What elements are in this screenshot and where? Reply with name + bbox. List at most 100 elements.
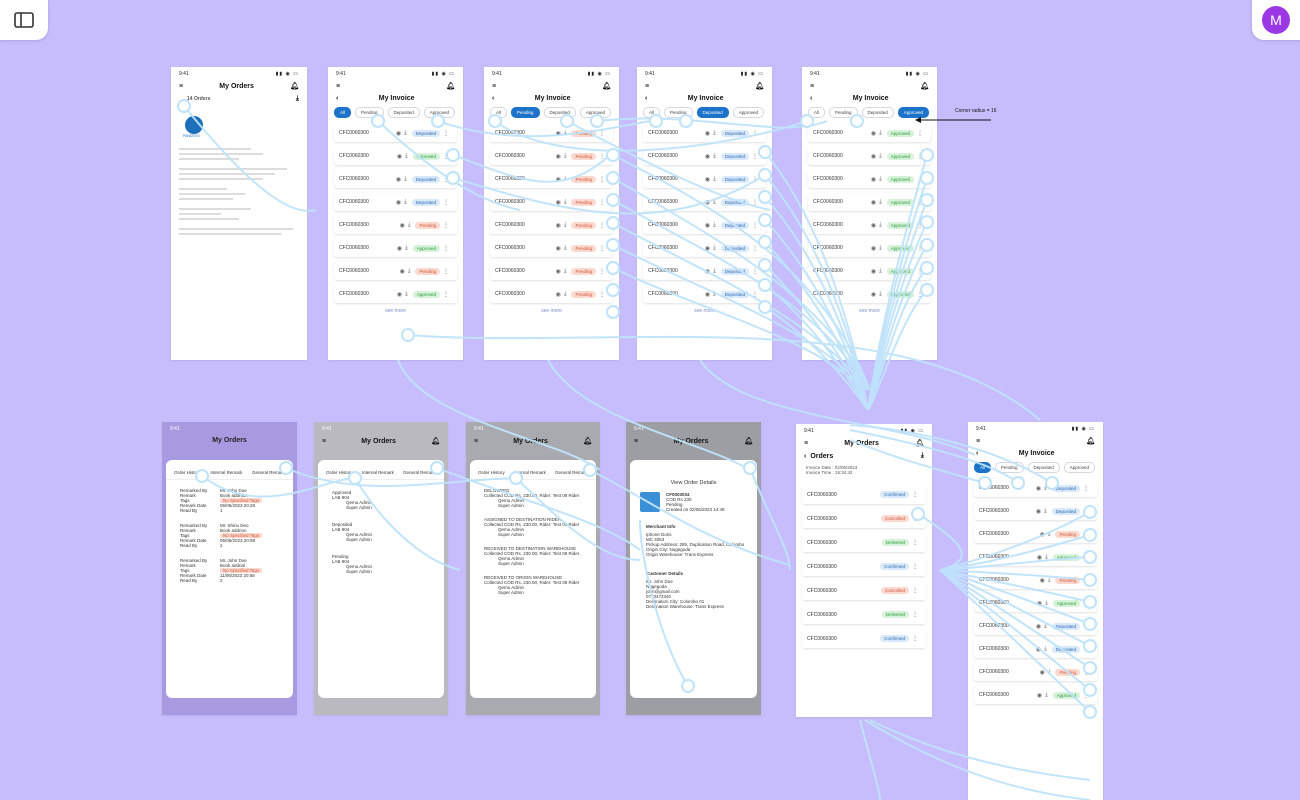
download-icon[interactable]: ⤓ bbox=[408, 222, 411, 229]
download-icon[interactable]: ⤓ bbox=[564, 176, 567, 183]
kebab-icon[interactable]: ⋮ bbox=[1083, 623, 1089, 630]
tab-internal-remark[interactable]: Internal Remark bbox=[362, 470, 394, 475]
download-icon[interactable]: ⤓ bbox=[564, 291, 567, 298]
download-icon[interactable]: ⤓ bbox=[1045, 554, 1048, 561]
table-row[interactable]: CFC0060300 ◉ ⤓ Deposited ⋮ bbox=[643, 216, 766, 234]
download-icon[interactable]: ⤓ bbox=[713, 199, 716, 206]
kebab-icon[interactable]: ⋮ bbox=[1083, 577, 1089, 584]
table-row[interactable]: CFC0060300 Delivered ⋮ bbox=[802, 533, 926, 552]
download-icon[interactable]: ⤓ bbox=[564, 130, 567, 137]
download-icon[interactable]: ⤓ bbox=[879, 291, 882, 298]
eye-icon[interactable]: ◉ bbox=[705, 130, 710, 137]
eye-icon[interactable]: ◉ bbox=[1040, 577, 1045, 584]
eye-icon[interactable]: ◉ bbox=[871, 130, 876, 137]
eye-icon[interactable]: ◉ bbox=[705, 176, 710, 183]
eye-icon[interactable]: ◉ bbox=[871, 245, 876, 252]
download-icon[interactable]: ⤓ bbox=[1048, 669, 1051, 676]
tab-order-history[interactable]: Order History bbox=[326, 470, 353, 475]
kebab-icon[interactable]: ⋮ bbox=[752, 245, 758, 252]
bell-icon[interactable]: 🔔︎ bbox=[583, 437, 592, 445]
download-icon[interactable]: ⤓ bbox=[405, 291, 408, 298]
kebab-icon[interactable]: ⋮ bbox=[752, 176, 758, 183]
table-row[interactable]: CFC0060300 ◉ ⤓ Approved ⋮ bbox=[974, 548, 1097, 566]
eye-icon[interactable]: ◉ bbox=[1036, 623, 1041, 630]
kebab-icon[interactable]: ⋮ bbox=[443, 199, 449, 206]
frame-orders-list[interactable]: 9:41 ▮▮ ◉ ▭ ≡ My Orders 🔔︎ ‹ Orders ⤓ Invoice… bbox=[796, 424, 932, 717]
table-row[interactable]: CFC0060300 ◉ ⤓ Approved ⋮ bbox=[808, 124, 931, 142]
tab-order-history[interactable]: Order History bbox=[174, 470, 201, 475]
table-row[interactable]: CFC0060300 ◉ ⤓ Deposited ⋮ bbox=[643, 285, 766, 303]
filter-deposited[interactable]: Deposited bbox=[696, 107, 729, 118]
download-icon[interactable]: ⤓ bbox=[404, 176, 407, 183]
download-icon[interactable]: ⤓ bbox=[921, 452, 924, 460]
bell-icon[interactable]: 🔔︎ bbox=[446, 82, 455, 90]
filter-all[interactable]: All bbox=[643, 107, 661, 118]
table-row[interactable]: CFC0060300 ◉ ⤓ Approved ⋮ bbox=[808, 239, 931, 257]
eye-icon[interactable]: ◉ bbox=[1036, 646, 1041, 653]
eye-icon[interactable]: ◉ bbox=[400, 222, 405, 229]
filter-pending[interactable]: Pending bbox=[664, 107, 693, 118]
eye-icon[interactable]: ◉ bbox=[1037, 554, 1042, 561]
kebab-icon[interactable]: ⋮ bbox=[752, 222, 758, 229]
table-row[interactable]: CFC0060300 Cancelled ⋮ bbox=[802, 509, 926, 528]
download-icon[interactable]: ⤓ bbox=[713, 245, 716, 252]
eye-icon[interactable]: ◉ bbox=[1036, 485, 1041, 492]
kebab-icon[interactable]: ⋮ bbox=[917, 222, 923, 229]
see-more-link[interactable]: see more bbox=[328, 308, 463, 314]
bell-icon[interactable]: 🔔︎ bbox=[915, 439, 924, 447]
download-icon[interactable]: ⤓ bbox=[564, 245, 567, 252]
frame-internal-remark[interactable]: 9:41 My Orders Order History Internal Rem… bbox=[162, 422, 297, 715]
download-icon[interactable]: ⤓ bbox=[713, 176, 716, 183]
table-row[interactable]: CFC0060300 ◉ ⤓ Pending ⋮ bbox=[490, 239, 613, 257]
kebab-icon[interactable]: ⋮ bbox=[917, 153, 923, 160]
filter-all[interactable]: All bbox=[808, 107, 826, 118]
eye-icon[interactable]: ◉ bbox=[396, 176, 401, 183]
kebab-icon[interactable]: ⋮ bbox=[917, 268, 923, 275]
kebab-icon[interactable]: ⋮ bbox=[443, 222, 449, 229]
eye-icon[interactable]: ◉ bbox=[871, 291, 876, 298]
download-icon[interactable]: ⤓ bbox=[713, 153, 716, 160]
frame-invoice-deposited[interactable]: 9:41 ▮▮ ◉ ▭ ≡ 🔔︎ ‹ My Invoice All Pending Deposi… bbox=[637, 67, 772, 360]
download-icon[interactable]: ⤓ bbox=[879, 222, 882, 229]
table-row[interactable]: CFC0060300 ◉ ⤓ Pending ⋮ bbox=[490, 193, 613, 211]
kebab-icon[interactable]: ⋮ bbox=[599, 291, 605, 298]
download-icon[interactable]: ⤓ bbox=[296, 95, 299, 103]
eye-icon[interactable]: ◉ bbox=[1037, 692, 1042, 699]
kebab-icon[interactable]: ⋮ bbox=[752, 291, 758, 298]
download-icon[interactable]: ⤓ bbox=[1044, 485, 1047, 492]
table-row[interactable]: CFC0060300 ◉ ⤓ Pending ⋮ bbox=[974, 571, 1097, 589]
kebab-icon[interactable]: ⋮ bbox=[443, 176, 449, 183]
filter-deposited[interactable]: Deposited bbox=[1027, 462, 1060, 473]
table-row[interactable]: CFC0060300 ◉ ⤓ Approved ⋮ bbox=[808, 170, 931, 188]
frame-order-timeline[interactable]: 9:41 ≡ My Orders 🔔︎ Order History Internal … bbox=[466, 422, 600, 715]
eye-icon[interactable]: ◉ bbox=[556, 199, 561, 206]
kebab-icon[interactable]: ⋮ bbox=[917, 245, 923, 252]
download-icon[interactable]: ⤓ bbox=[879, 245, 882, 252]
kebab-icon[interactable]: ⋮ bbox=[1083, 554, 1089, 561]
kebab-icon[interactable]: ⋮ bbox=[912, 539, 918, 546]
kebab-icon[interactable]: ⋮ bbox=[912, 515, 918, 522]
download-icon[interactable]: ⤓ bbox=[564, 153, 567, 160]
download-icon[interactable]: ⤓ bbox=[405, 245, 408, 252]
download-icon[interactable]: ⤓ bbox=[879, 176, 882, 183]
table-row[interactable]: CFC0060300 ◉ ⤓ Pending ⋮ bbox=[334, 216, 457, 234]
download-icon[interactable]: ⤓ bbox=[713, 268, 716, 275]
table-row[interactable]: CFC0060300 Cancelled ⋮ bbox=[802, 581, 926, 600]
table-row[interactable]: CFC0060300 ◉ ⤓ Deposited ⋮ bbox=[643, 239, 766, 257]
kebab-icon[interactable]: ⋮ bbox=[1083, 531, 1089, 538]
table-row[interactable]: CFC0060300 ◉ ⤓ Approved ⋮ bbox=[334, 285, 457, 303]
table-row[interactable]: CFC0060300 Confirmed ⋮ bbox=[802, 629, 926, 648]
kebab-icon[interactable]: ⋮ bbox=[1083, 646, 1089, 653]
table-row[interactable]: CFC0060300 ◉ ⤓ Approved ⋮ bbox=[808, 262, 931, 280]
bell-icon[interactable]: 🔔︎ bbox=[744, 437, 753, 445]
kebab-icon[interactable]: ⋮ bbox=[1083, 508, 1089, 515]
back-icon[interactable]: ‹ bbox=[804, 453, 806, 460]
tab-general-remark[interactable]: General Remark bbox=[555, 470, 588, 475]
filter-pending[interactable]: Pending bbox=[829, 107, 858, 118]
table-row[interactable]: CFC0060300 ◉ ⤓ Pending ⋮ bbox=[490, 216, 613, 234]
bell-icon[interactable]: 🔔︎ bbox=[602, 82, 611, 90]
menu-icon[interactable]: ≡ bbox=[492, 83, 496, 90]
table-row[interactable]: CFC0060300 ◉ ⤓ Deposited ⋮ bbox=[643, 170, 766, 188]
filter-all[interactable]: All bbox=[490, 107, 508, 118]
filter-approved[interactable]: Approved bbox=[579, 107, 612, 118]
